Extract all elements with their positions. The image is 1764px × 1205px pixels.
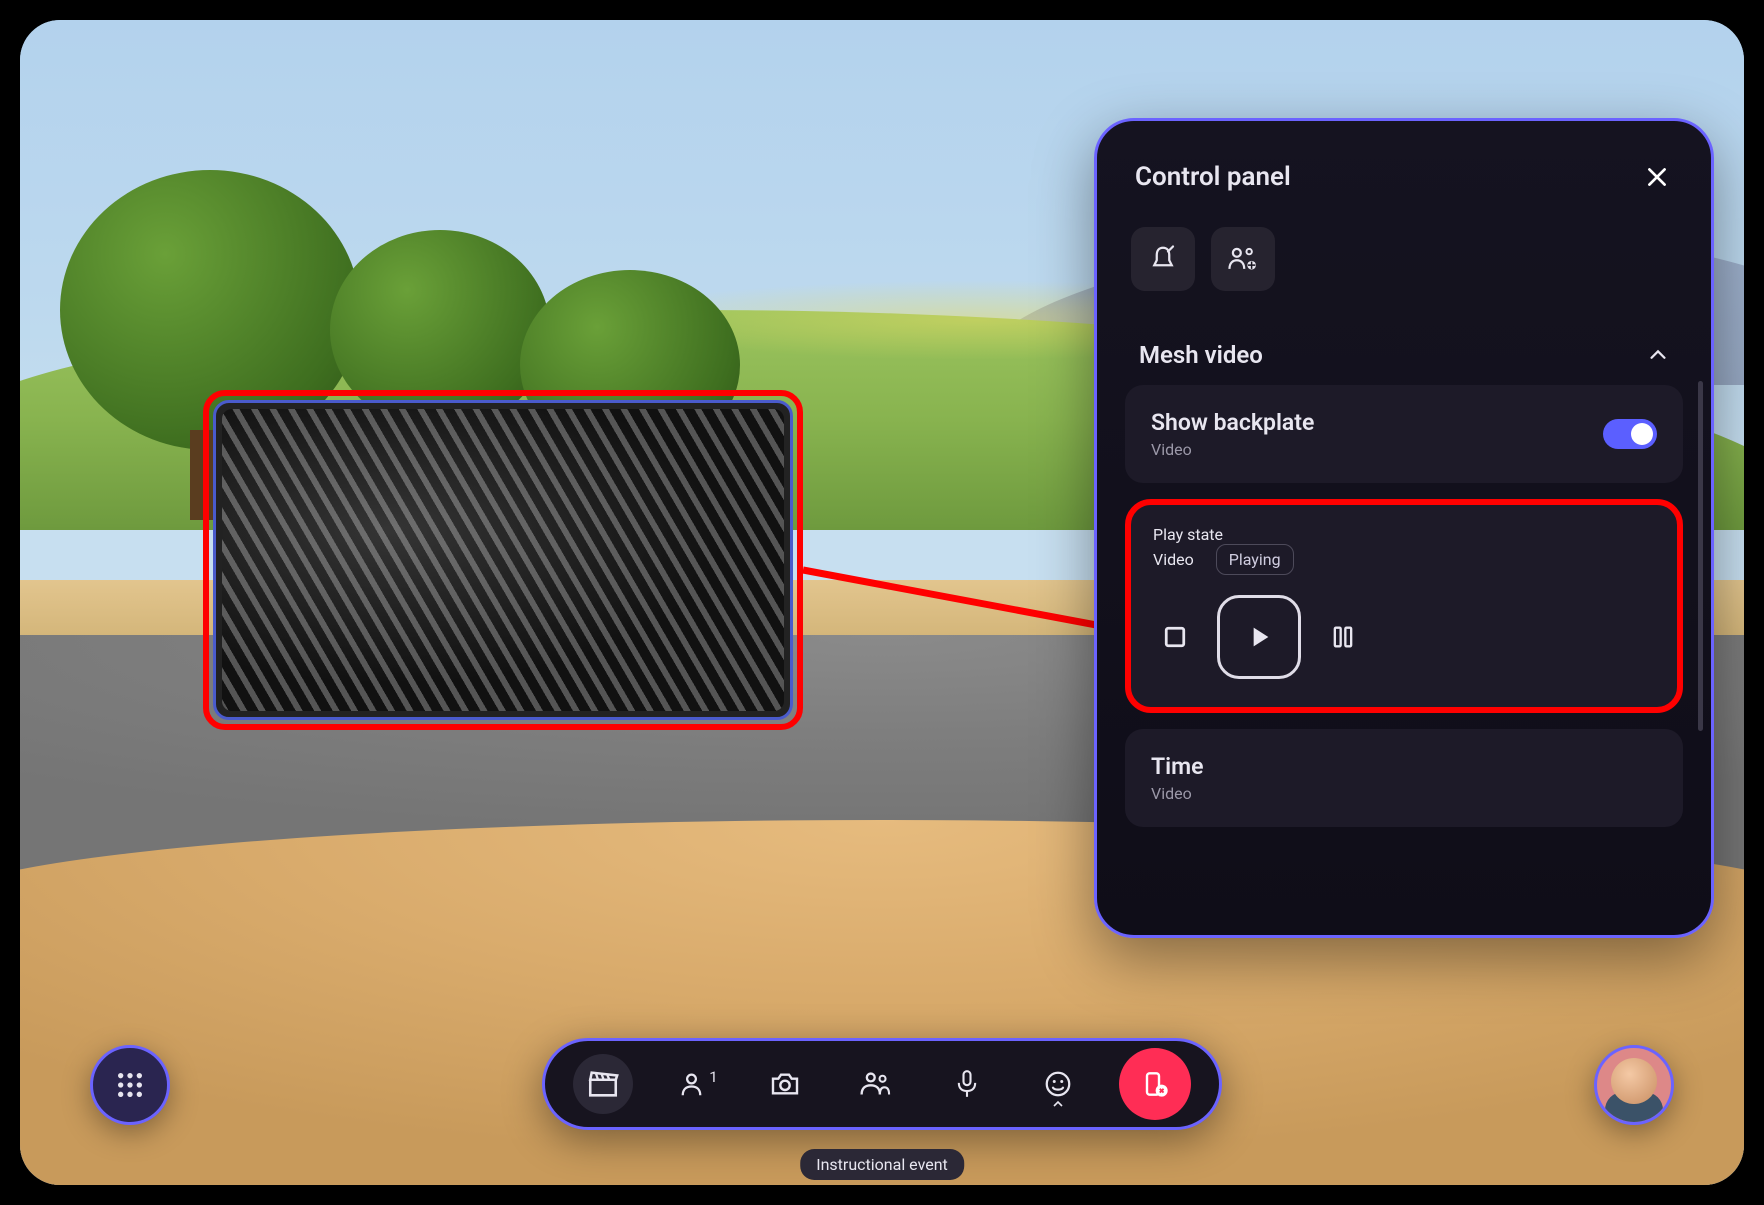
time-sub: Video: [1151, 784, 1657, 803]
stop-icon: [1160, 622, 1190, 652]
participants-button[interactable]: 1: [664, 1054, 724, 1114]
scene-video-panel-highlight: [203, 390, 803, 730]
play-button[interactable]: [1217, 595, 1301, 679]
annotation-connector: [803, 560, 1123, 640]
play-state-badge: Playing: [1216, 544, 1294, 575]
time-title: Time: [1151, 753, 1657, 780]
section-title: Mesh video: [1139, 341, 1263, 369]
stop-button[interactable]: [1153, 615, 1197, 659]
pause-button[interactable]: [1321, 615, 1365, 659]
people-settings-button[interactable]: [1211, 227, 1275, 291]
avatar-button[interactable]: [1594, 1045, 1674, 1125]
people-group-icon: [859, 1068, 893, 1100]
toolbar-tooltip: Instructional event: [800, 1149, 964, 1180]
bell-icon: [1148, 244, 1178, 274]
microphone-button[interactable]: [937, 1054, 997, 1114]
camera-button[interactable]: [755, 1054, 815, 1114]
play-icon: [1243, 621, 1275, 653]
camera-icon: [769, 1068, 801, 1100]
person-icon: [679, 1069, 709, 1099]
chevron-up-icon: [1647, 344, 1669, 366]
avatar-head: [1611, 1058, 1657, 1104]
control-panel: Control panel Mesh video: [1094, 118, 1714, 938]
control-panel-title: Control panel: [1135, 162, 1291, 192]
play-state-title: Play state: [1153, 525, 1655, 544]
emoji-button[interactable]: [1028, 1054, 1088, 1114]
video-texture: [222, 409, 784, 711]
leave-icon: [1139, 1068, 1171, 1100]
smiley-icon: [1043, 1069, 1073, 1099]
grid-icon: [114, 1069, 146, 1101]
close-button[interactable]: [1641, 161, 1673, 193]
play-state-sub: Video: [1153, 550, 1194, 569]
clapper-button[interactable]: [573, 1054, 633, 1114]
chevron-up-small-icon: [1052, 1100, 1064, 1108]
time-card[interactable]: Time Video: [1125, 729, 1683, 827]
leave-button[interactable]: [1119, 1048, 1191, 1120]
mesh-video-section-header[interactable]: Mesh video: [1125, 325, 1683, 385]
scrollbar[interactable]: [1698, 381, 1703, 731]
clapperboard-icon: [586, 1067, 620, 1101]
backplate-toggle[interactable]: [1603, 419, 1657, 449]
backplate-sub: Video: [1151, 440, 1314, 459]
mesh-viewport: Control panel Mesh video: [20, 20, 1744, 1185]
backplate-title: Show backplate: [1151, 409, 1314, 436]
close-icon: [1644, 164, 1670, 190]
pause-icon: [1329, 622, 1357, 652]
participants-count: 1: [709, 1068, 717, 1086]
notifications-button[interactable]: [1131, 227, 1195, 291]
microphone-icon: [953, 1068, 981, 1100]
apps-grid-button[interactable]: [90, 1045, 170, 1125]
bottom-toolbar: 1: [542, 1038, 1222, 1130]
people-group-button[interactable]: [846, 1054, 906, 1114]
scene-video-panel[interactable]: [213, 400, 793, 720]
show-backplate-card: Show backplate Video: [1125, 385, 1683, 483]
people-gear-icon: [1227, 244, 1259, 274]
play-state-card-highlight: Play state Video Playing: [1125, 499, 1683, 713]
